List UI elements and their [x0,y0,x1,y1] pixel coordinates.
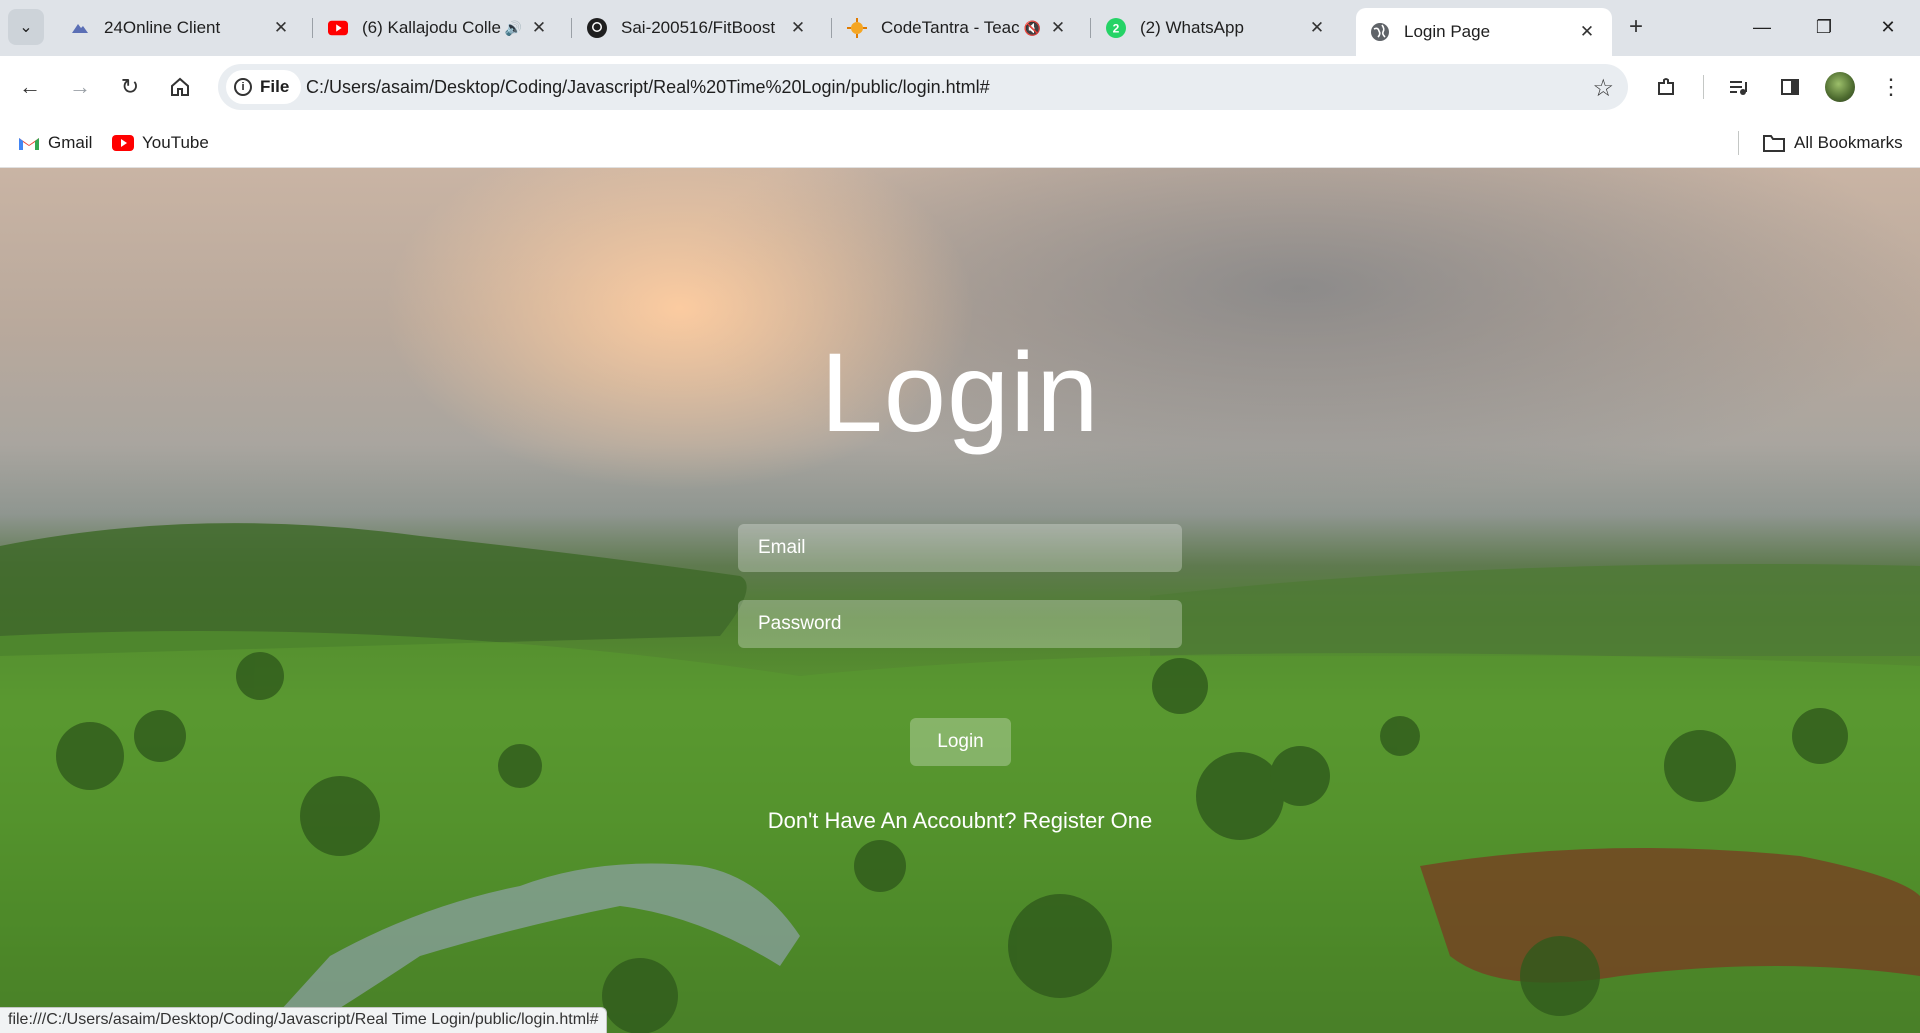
bookmarks-bar: Gmail YouTube All Bookmarks [0,118,1920,168]
close-icon[interactable]: ✕ [528,18,550,38]
side-panel-icon[interactable] [1774,71,1806,103]
email-field[interactable] [738,524,1182,572]
tab-title: (6) Kallajodu Colle [362,18,501,37]
chip-label: File [260,77,290,96]
tab-separator [571,18,572,38]
folder-icon [1762,133,1786,153]
tab-search-button[interactable]: ⌄ [8,9,44,45]
tab-login-page[interactable]: Login Page ✕ [1356,8,1612,56]
tab-separator [312,18,313,38]
tab-separator [1090,18,1091,38]
tab-title: Sai-200516/FitBoost [621,18,776,37]
tab-title: 24Online Client [104,18,221,37]
media-control-icon[interactable] [1722,71,1754,103]
svg-text:2: 2 [1113,22,1120,36]
site-info-chip[interactable]: i File [226,70,302,104]
tab-whatsapp[interactable]: 2 (2) WhatsApp ✕ [1092,8,1342,48]
globe-icon [1370,22,1390,42]
page-viewport: Login Login Don't Have An Accoubnt? Regi… [0,168,1920,1033]
home-icon[interactable] [162,69,198,105]
address-bar[interactable]: i File C:/Users/asaim/Desktop/Coding/Jav… [218,64,1628,110]
window-close-icon[interactable]: ✕ [1868,12,1908,42]
page-title: Login [820,330,1100,455]
close-icon[interactable]: ✕ [1047,18,1069,38]
toolbar-separator [1703,75,1704,99]
minimize-icon[interactable]: — [1742,12,1782,42]
password-field[interactable] [738,600,1182,648]
info-icon: i [234,78,252,96]
login-button[interactable]: Login [910,718,1011,766]
profile-avatar[interactable] [1825,72,1855,102]
menu-kebab-icon[interactable]: ⋮ [1875,71,1907,103]
restore-icon[interactable]: ❐ [1804,12,1844,42]
speaker-icon[interactable]: 🔊 [505,20,522,37]
bookmark-star-icon[interactable]: ☆ [1592,74,1614,103]
youtube-icon [112,135,134,151]
close-icon[interactable]: ✕ [1576,22,1598,42]
codetantra-icon [847,18,867,38]
new-tab-button[interactable]: + [1621,12,1651,42]
register-link[interactable]: Don't Have An Accoubnt? Register One [0,808,1920,834]
tab-title: CodeTantra - Teac [881,18,1020,37]
tab-24online[interactable]: 24Online Client ✕ [56,8,306,48]
url-text[interactable]: C:/Users/asaim/Desktop/Coding/Javascript… [306,77,990,98]
chevron-down-icon: ⌄ [19,19,33,36]
tab-separator [831,18,832,38]
tab-codetantra[interactable]: CodeTantra - Teac 🔇 ✕ [833,8,1083,48]
whatsapp-icon: 2 [1106,18,1126,38]
browser-toolbar: ← → ↻ i File C:/Users/asaim/Desktop/Codi… [0,56,1920,118]
tab-strip: ⌄ 24Online Client ✕ (6) Kallajodu Colle … [0,0,1920,56]
tab-title: (2) WhatsApp [1140,18,1244,37]
close-icon[interactable]: ✕ [787,18,809,38]
all-bookmarks-button[interactable]: All Bookmarks [1762,130,1903,156]
close-icon[interactable]: ✕ [270,18,292,38]
tab-title: Login Page [1404,22,1491,41]
github-icon [587,18,607,38]
all-bookmarks-label: All Bookmarks [1794,133,1903,152]
youtube-icon [328,18,348,38]
gmail-icon [18,135,40,151]
back-icon[interactable]: ← [12,69,48,105]
close-icon[interactable]: ✕ [1306,18,1328,38]
bookmarks-separator [1738,131,1739,155]
bookmark-label: Gmail [48,133,93,152]
bookmark-gmail[interactable]: Gmail [18,130,92,156]
forward-icon[interactable]: → [62,69,98,105]
extensions-icon[interactable] [1650,71,1682,103]
status-bar: file:///C:/Users/asaim/Desktop/Coding/Ja… [0,1007,608,1033]
24online-icon [70,18,90,38]
reload-icon[interactable]: ↻ [112,69,148,105]
muted-icon[interactable]: 🔇 [1024,20,1041,37]
tab-kallajodu[interactable]: (6) Kallajodu Colle 🔊 ✕ [314,8,564,48]
tab-github[interactable]: Sai-200516/FitBoost ✕ [573,8,823,48]
bookmark-label: YouTube [142,133,209,152]
bookmark-youtube[interactable]: YouTube [112,130,209,156]
